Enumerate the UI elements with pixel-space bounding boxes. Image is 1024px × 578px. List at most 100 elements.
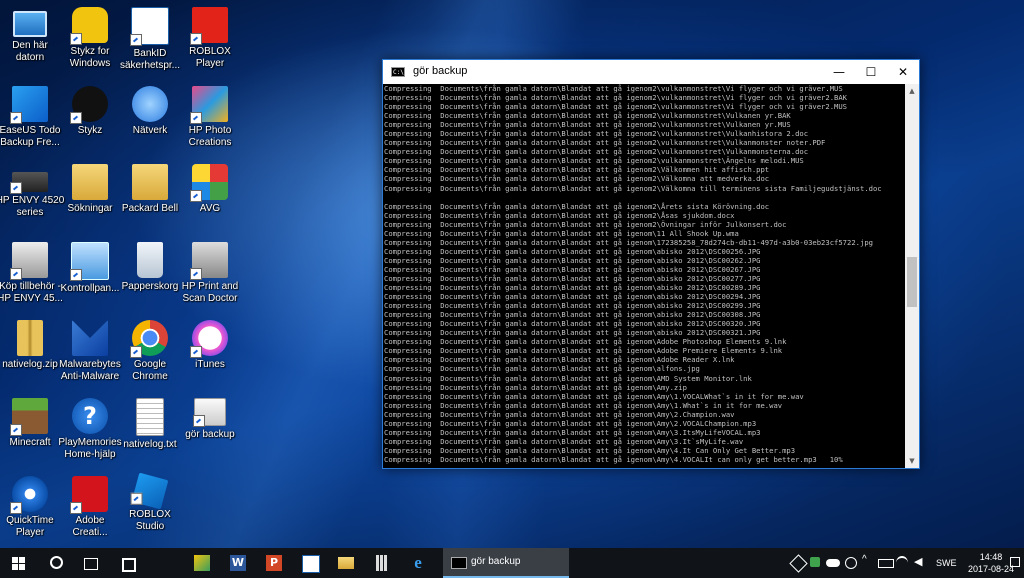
console-line: Compressing Documents\från gamla datorn\… [384,246,761,256]
taskbar-calculator[interactable] [364,548,400,578]
console-line: Compressing Documents\från gamla datorn\… [384,102,848,112]
desktop-icon-itunes[interactable]: iTunes [174,318,246,394]
console-line: Compressing Documents\från gamla datorn\… [384,156,804,166]
console-line: Compressing Documents\från gamla datorn\… [384,409,735,419]
avg-icon [190,164,228,202]
window-title: gör backup [413,65,468,77]
console-line: Compressing Documents\från gamla datorn\… [384,418,757,428]
console-line: Compressing Documents\från gamla datorn\… [384,165,770,175]
system-tray: ^ ◀ SWE [789,548,960,578]
hp-tray-icon[interactable] [845,557,857,569]
packard-bell-icon [132,164,168,200]
console-line: Compressing Documents\från gamla datorn\… [384,391,804,401]
console-line: Compressing Documents\från gamla datorn\… [384,255,761,265]
console-line: Compressing Documents\från gamla datorn\… [384,355,735,365]
console-icon: C:\ [391,67,405,77]
scrollbar-thumb[interactable] [907,257,917,307]
console-line: Compressing Documents\från gamla datorn\… [384,273,761,283]
scroll-up-arrow-icon[interactable]: ▲ [905,84,919,98]
chevron-up-icon[interactable]: ^ [862,554,867,565]
console-line: Compressing Documents\från gamla datorn\… [384,201,770,211]
console-line: Compressing Documents\från gamla datorn\… [384,328,761,338]
desktop-icon-gor-backup[interactable]: gör backup [174,396,246,472]
control-panel-icon [70,242,109,281]
icon-label: HP Print and Scan Doctor [181,281,239,304]
tray-app-icon[interactable] [810,557,820,567]
taskbar-powerpoint[interactable]: P [256,548,292,578]
start-button[interactable] [0,548,36,578]
console-line: Compressing Documents\från gamla datorn\… [384,310,761,320]
icon-label: AVG [199,203,221,214]
itunes-icon [190,320,228,358]
minimize-button[interactable]: — [823,60,855,84]
icon-label: iTunes [195,359,225,370]
console-line: Compressing Documents\från gamla datorn\… [384,445,796,455]
console-line: Compressing Documents\från gamla datorn\… [384,210,735,220]
notifications-icon[interactable] [1010,557,1020,567]
wifi-icon[interactable] [896,556,908,570]
console-line: Compressing Documents\från gamla datorn\… [384,228,739,238]
search-button[interactable] [38,548,74,578]
taskbar-edge[interactable]: e [400,548,436,578]
taskbar-store[interactable] [110,548,146,578]
close-button[interactable]: ✕ [887,60,919,84]
stykz-taskbar-icon [194,555,210,571]
console-line: Compressing Documents\från gamla datorn\… [384,427,761,437]
console-line: Compressing Documents\från gamla datorn\… [384,93,848,103]
minecraft-icon [10,398,48,436]
maximize-button[interactable]: ☐ [855,60,887,84]
batch-file-icon [193,398,226,427]
volume-icon[interactable]: ◀ [914,557,922,568]
console-line: Compressing Documents\från gamla datorn\… [384,301,761,311]
icon-label: HP Photo Creations [188,125,232,148]
console-line: Compressing Documents\från gamla datorn\… [384,174,770,184]
desktop-icon-roblox-player[interactable]: ROBLOX Player [174,5,246,81]
console-line: Compressing Documents\från gamla datorn\… [384,346,783,356]
taskbar-gor-backup[interactable]: gör backup [443,548,569,578]
icon-label: gör backup [185,429,235,440]
console-line: Compressing Documents\från gamla datorn\… [384,400,783,410]
quicktime-icon [10,476,48,514]
hp-print-doctor-icon [190,242,228,280]
help-icon: ? [72,398,108,434]
language-indicator[interactable]: SWE [936,558,957,568]
console-line: Compressing Documents\från gamla datorn\… [384,292,761,302]
dropbox-icon[interactable] [789,554,808,573]
edge-icon: e [414,553,422,572]
computer-icon [13,11,47,37]
window-titlebar[interactable]: C:\ gör backup — ☐ ✕ [383,60,919,84]
taskbar-stykz[interactable] [184,548,220,578]
hp-photo-icon [190,86,228,124]
desktop-icon-hp-print-scan-doctor[interactable]: HP Print and Scan Doctor [174,240,246,316]
console-output[interactable]: Compressing Documents\från gamla datorn\… [383,84,905,468]
cloud-icon[interactable] [826,559,840,567]
icon-label: ROBLOX Studio [129,509,171,532]
word-icon: W [230,555,246,571]
zip-folder-icon [17,320,43,356]
console-line: Compressing Documents\från gamla datorn\… [384,120,791,130]
malwarebytes-icon [72,320,108,356]
icon-label: ROBLOX Player [189,46,231,69]
console-line: Compressing Documents\från gamla datorn\… [384,111,791,121]
console-window[interactable]: C:\ gör backup — ☐ ✕ Compressing Documen… [382,59,920,469]
console-line: Compressing Documents\från gamla datorn\… [384,337,787,347]
taskbar-bankid[interactable] [292,548,328,578]
desktop-icon-hp-photo-creations[interactable]: HP Photo Creations [174,84,246,160]
battery-icon[interactable] [878,559,894,568]
desktop-icon-roblox-studio[interactable]: ROBLOX Studio [114,472,186,550]
scroll-down-arrow-icon[interactable]: ▼ [905,454,919,468]
printer-cart-icon [10,242,48,280]
roblox-studio-icon [130,472,169,510]
console-line: Compressing Documents\från gamla datorn\… [384,382,687,392]
bankid-taskbar-icon [302,555,320,573]
taskbar-file-explorer[interactable] [328,548,364,578]
desktop-icon-avg[interactable]: AVG [174,162,246,238]
task-view-button[interactable] [72,548,108,578]
console-line: Compressing Documents\från gamla datorn\… [384,147,809,157]
powerpoint-icon: P [266,555,282,571]
stykz-icon [70,7,108,45]
vertical-scrollbar[interactable]: ▲ ▼ [905,84,919,468]
taskbar-word[interactable]: W [220,548,256,578]
console-taskbar-icon [451,557,467,569]
